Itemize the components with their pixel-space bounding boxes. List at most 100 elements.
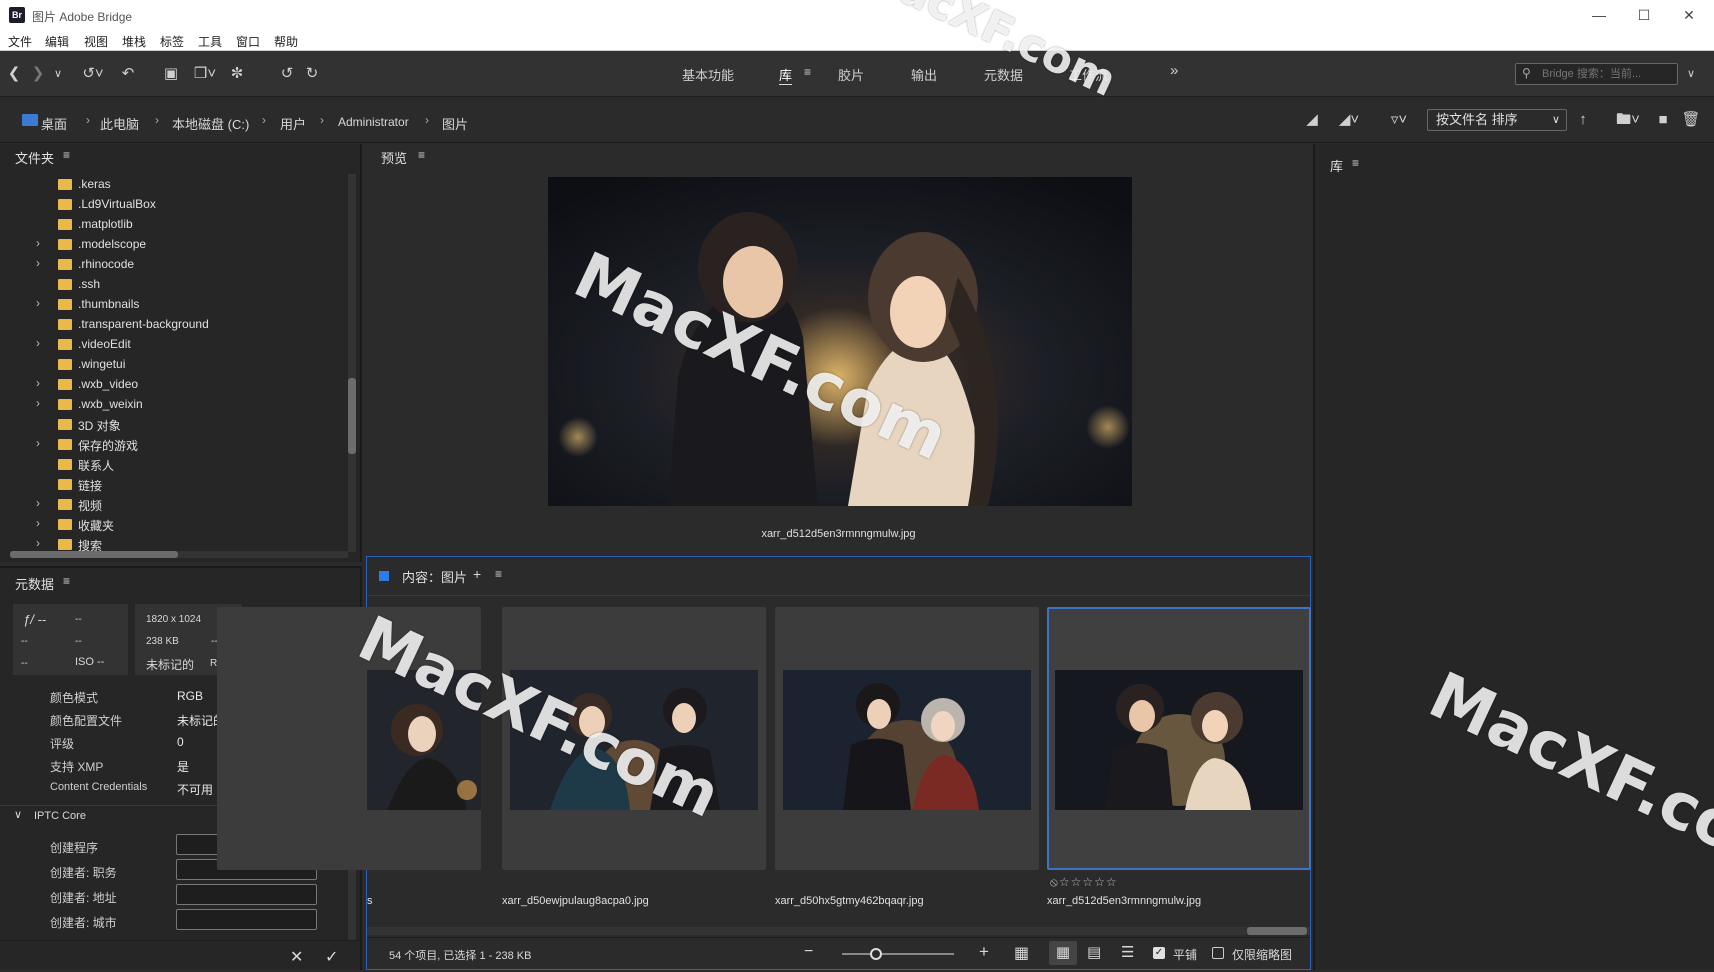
thumbs-only-checkbox[interactable]	[1212, 947, 1224, 959]
creator-address-field[interactable]	[176, 884, 317, 905]
camera-import-icon[interactable]: ▣	[160, 63, 182, 85]
workspace-metadata[interactable]: 元数据	[984, 65, 1023, 84]
menu-view[interactable]: 视图	[84, 33, 108, 50]
quality-icon[interactable]: ◢	[1302, 109, 1322, 131]
zoom-slider[interactable]	[842, 948, 954, 960]
scrollbar-thumb[interactable]	[10, 551, 178, 558]
back-icon[interactable]: ❮	[4, 63, 24, 85]
folder-item[interactable]: › .wxb_video	[0, 374, 340, 394]
workspace-output[interactable]: 输出	[911, 65, 937, 84]
folder-item[interactable]: › .videoEdit	[0, 334, 340, 354]
creator-city-field[interactable]	[176, 909, 317, 930]
menu-stack[interactable]: 堆栈	[122, 33, 146, 50]
folder-item[interactable]: 联系人	[0, 454, 340, 474]
minimize-button[interactable]: —	[1588, 4, 1610, 26]
zoom-out-icon[interactable]: −	[804, 943, 813, 961]
breadcrumb-administrator[interactable]: Administrator	[338, 115, 409, 129]
scrollbar-thumb[interactable]	[1247, 927, 1307, 935]
workspace-menu-icon[interactable]: ≡	[804, 65, 811, 79]
cancel-icon[interactable]: ✕	[290, 947, 303, 967]
menu-edit[interactable]: 编辑	[45, 33, 69, 50]
panel-menu-icon[interactable]: ≡	[63, 148, 70, 162]
breadcrumb-local-disk[interactable]: 本地磁盘 (C:)	[172, 114, 249, 133]
breadcrumb-users[interactable]: 用户	[280, 114, 306, 133]
folder-item[interactable]: .keras	[0, 174, 340, 194]
folder-item[interactable]: › .wxb_weixin	[0, 394, 340, 414]
folder-icon[interactable]: ■	[1653, 109, 1673, 131]
filter-icon[interactable]: ▿˅	[1383, 109, 1415, 131]
breadcrumb-pictures[interactable]: 图片	[442, 114, 468, 133]
chevron-right-icon[interactable]: ›	[36, 536, 40, 550]
thumbnail-card[interactable]	[217, 607, 481, 870]
vertical-scrollbar[interactable]	[348, 174, 356, 552]
apply-icon[interactable]: ✓	[325, 947, 338, 967]
menu-label[interactable]: 标签	[160, 33, 184, 50]
search-input[interactable]	[1542, 66, 1672, 82]
folder-item[interactable]: .transparent-background	[0, 314, 340, 334]
chevron-right-icon[interactable]: ›	[36, 396, 40, 410]
add-icon[interactable]: +	[473, 566, 481, 582]
horizontal-scrollbar[interactable]	[10, 551, 348, 558]
refine-icon[interactable]: ❒˅	[188, 63, 222, 85]
folder-item[interactable]: .wingetui	[0, 354, 340, 374]
return-icon[interactable]: ↶	[118, 63, 138, 85]
chevron-right-icon[interactable]: ›	[36, 256, 40, 270]
thumbnail-card[interactable]	[775, 607, 1039, 870]
folder-item[interactable]: › .modelscope	[0, 234, 340, 254]
maximize-button[interactable]: ☐	[1633, 4, 1655, 26]
thumbnail-view-icon[interactable]: ▦	[1049, 941, 1077, 965]
chevron-right-icon[interactable]: ›	[36, 436, 40, 450]
panel-menu-icon[interactable]: ≡	[418, 148, 425, 162]
chevron-right-icon[interactable]: ›	[36, 236, 40, 250]
iptc-section-title[interactable]: IPTC Core	[34, 810, 86, 822]
folder-item[interactable]: 链接	[0, 474, 340, 494]
chevron-right-icon[interactable]: ›	[36, 336, 40, 350]
rotate-left-icon[interactable]: ↺	[276, 63, 298, 85]
forward-icon[interactable]: ❯	[28, 63, 48, 85]
search-options-chevron-icon[interactable]: ∨	[1682, 63, 1700, 85]
open-in-camera-raw-icon[interactable]: ✼	[226, 63, 248, 85]
rating-filter-icon[interactable]: ◢˅	[1333, 109, 1365, 131]
thumbnail-card-selected[interactable]	[1047, 607, 1311, 870]
preview-image[interactable]	[548, 177, 1132, 506]
menu-tools[interactable]: 工具	[198, 33, 222, 50]
more-workspaces-icon[interactable]: »	[1170, 62, 1178, 79]
details-view-icon[interactable]: ▤	[1087, 943, 1101, 961]
chevron-right-icon[interactable]: ›	[36, 516, 40, 530]
folder-item[interactable]: 3D 对象	[0, 414, 340, 434]
menu-help[interactable]: 帮助	[274, 33, 298, 50]
close-window-button[interactable]: ✕	[1678, 4, 1700, 26]
scrollbar-thumb[interactable]	[348, 378, 356, 454]
breadcrumb-this-pc[interactable]: 此电脑	[100, 114, 139, 133]
sort-dropdown[interactable]: 按文件名 排序 ∨	[1427, 109, 1567, 131]
workspace-essentials[interactable]: 基本功能	[682, 65, 734, 84]
zoom-in-icon[interactable]: +	[979, 942, 989, 962]
folder-item[interactable]: .ssh	[0, 274, 340, 294]
chevron-down-icon[interactable]: ∨	[14, 808, 22, 821]
chevron-down-icon[interactable]: ∨	[50, 63, 66, 85]
panel-menu-icon[interactable]: ≡	[495, 567, 502, 581]
sort-ascending-icon[interactable]: ↑	[1573, 109, 1593, 131]
rotate-right-icon[interactable]: ↻	[301, 63, 323, 85]
folder-item[interactable]: .Ld9VirtualBox	[0, 194, 340, 214]
panel-menu-icon[interactable]: ≡	[1352, 156, 1359, 170]
menu-window[interactable]: 窗口	[236, 33, 260, 50]
delete-icon[interactable]: 🗑	[1681, 109, 1701, 131]
breadcrumb-desktop[interactable]: 桌面	[41, 114, 67, 133]
thumbnail-card[interactable]	[502, 607, 766, 870]
star-rating[interactable]: ⦸☆☆☆☆☆	[1050, 875, 1118, 890]
zoom-slider-thumb[interactable]	[869, 948, 882, 960]
panel-menu-icon[interactable]: ≡	[63, 574, 70, 588]
horizontal-scrollbar[interactable]	[367, 927, 1310, 935]
folder-item[interactable]: › 收藏夹	[0, 514, 340, 534]
search-box[interactable]: ⚲	[1515, 63, 1678, 85]
workspace-library[interactable]: 库	[779, 65, 793, 85]
folder-item[interactable]: .matplotlib	[0, 214, 340, 234]
recent-history-icon[interactable]: ↺˅	[76, 63, 110, 85]
chevron-right-icon[interactable]: ›	[36, 376, 40, 390]
chevron-right-icon[interactable]: ›	[36, 296, 40, 310]
folder-item[interactable]: › 保存的游戏	[0, 434, 340, 454]
folder-item[interactable]: › .thumbnails	[0, 294, 340, 314]
new-folder-options-icon[interactable]: 🖿˅	[1611, 109, 1645, 131]
folder-item[interactable]: › 视频	[0, 494, 340, 514]
